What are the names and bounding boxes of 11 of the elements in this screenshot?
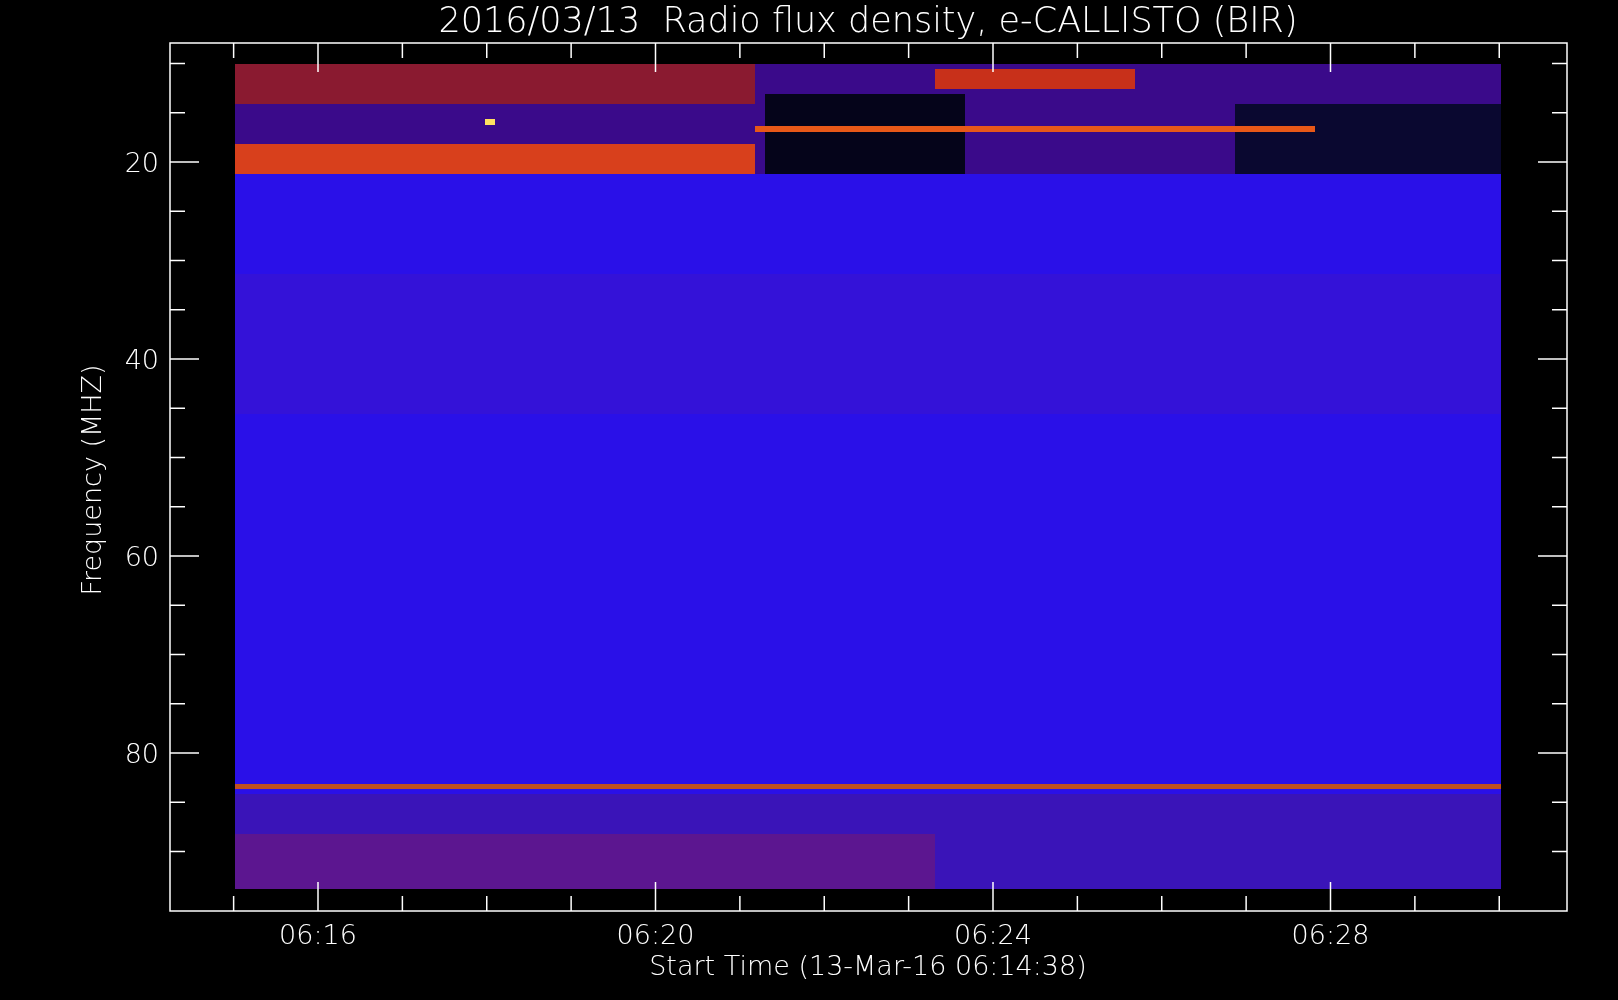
tick-label: 60 bbox=[124, 541, 159, 572]
chart-title: 2016/03/13 Radio flux density, e-CALLISTO (BIR) bbox=[438, 0, 1298, 40]
tick-label: 20 bbox=[124, 147, 159, 178]
tick-label: 06:16 bbox=[279, 919, 357, 950]
tick-label: 40 bbox=[124, 344, 159, 375]
tick-label: 80 bbox=[124, 738, 159, 769]
axis-label: Start Time (13-Mar-16 06:14:38) bbox=[649, 950, 1087, 981]
axis-label: Frequency (MHZ) bbox=[76, 364, 107, 596]
tick-label: 06:28 bbox=[1291, 919, 1370, 950]
tick-label: 06:20 bbox=[616, 919, 695, 950]
tick-label: 06:24 bbox=[954, 919, 1032, 950]
